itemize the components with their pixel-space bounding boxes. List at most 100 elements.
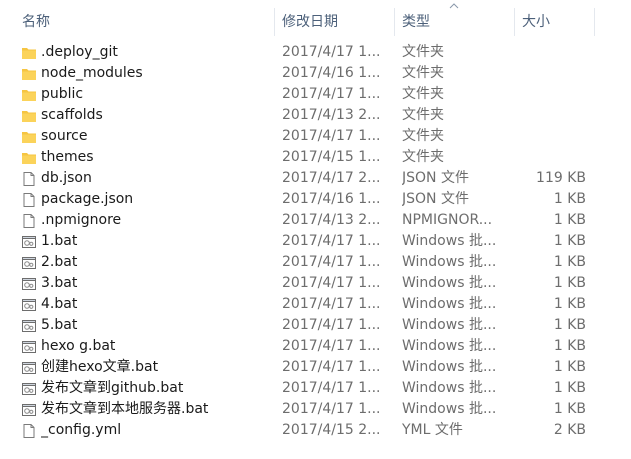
file-modified-date: 2017/4/17 1... (282, 233, 381, 249)
file-icon (21, 192, 37, 208)
file-type: JSON 文件 (402, 191, 469, 207)
batch-file-icon (21, 297, 37, 313)
file-modified-date: 2017/4/17 1... (282, 275, 381, 291)
file-type: Windows 批... (402, 380, 497, 396)
file-row[interactable]: 4.bat 2017/4/17 1... Windows 批... 1 KB (0, 294, 631, 315)
file-explorer: 名称 修改日期 类型 大小 .deploy_git 2017/4/17 1... 文… (0, 0, 631, 459)
file-size: 1 KB (553, 254, 586, 270)
file-modified-date: 2017/4/17 1... (282, 401, 381, 417)
folder-icon (21, 129, 37, 145)
sort-ascending-icon (449, 3, 459, 9)
batch-file-icon (21, 276, 37, 292)
file-type: JSON 文件 (402, 170, 469, 186)
folder-icon (21, 66, 37, 82)
file-size (514, 126, 586, 147)
file-name: 创建hexo文章.bat (41, 359, 159, 375)
file-row[interactable]: source 2017/4/17 1... 文件夹 (0, 126, 631, 147)
file-name: scaffolds (41, 107, 103, 123)
file-modified-date: 2017/4/17 1... (282, 86, 381, 102)
file-size: 1 KB (553, 296, 586, 312)
file-modified-date: 2017/4/17 1... (282, 380, 381, 396)
file-row[interactable]: themes 2017/4/15 1... 文件夹 (0, 147, 631, 168)
file-name: source (41, 128, 88, 144)
folder-icon (21, 108, 37, 124)
file-size: 1 KB (553, 359, 586, 375)
file-modified-date: 2017/4/17 1... (282, 359, 381, 375)
file-size: 1 KB (553, 275, 586, 291)
file-name: package.json (41, 191, 134, 207)
file-size: 2 KB (553, 422, 586, 438)
file-list: .deploy_git 2017/4/17 1... 文件夹 node_modules… (0, 42, 631, 441)
file-name: 发布文章到本地服务器.bat (41, 401, 209, 417)
file-modified-date: 2017/4/17 1... (282, 44, 381, 60)
file-type: Windows 批... (402, 317, 497, 333)
file-size: 1 KB (553, 233, 586, 249)
file-icon (21, 213, 37, 229)
file-size (514, 63, 586, 84)
file-size: 1 KB (553, 317, 586, 333)
file-row[interactable]: db.json 2017/4/17 2... JSON 文件 119 KB (0, 168, 631, 189)
file-modified-date: 2017/4/17 2... (282, 170, 381, 186)
file-row[interactable]: 3.bat 2017/4/17 1... Windows 批... 1 KB (0, 273, 631, 294)
file-size: 1 KB (553, 212, 586, 228)
file-row[interactable]: _config.yml 2017/4/15 2... YML 文件 2 KB (0, 420, 631, 441)
batch-file-icon (21, 402, 37, 418)
file-row[interactable]: public 2017/4/17 1... 文件夹 (0, 84, 631, 105)
file-row[interactable]: .deploy_git 2017/4/17 1... 文件夹 (0, 42, 631, 63)
file-type: 文件夹 (402, 86, 444, 102)
file-row[interactable]: scaffolds 2017/4/13 2... 文件夹 (0, 105, 631, 126)
file-name: .npmignore (41, 212, 122, 228)
folder-icon (21, 87, 37, 103)
file-type: 文件夹 (402, 149, 444, 165)
file-modified-date: 2017/4/16 1... (282, 191, 381, 207)
file-size: 119 KB (536, 170, 586, 186)
file-type: 文件夹 (402, 107, 444, 123)
file-name: 3.bat (41, 275, 78, 291)
file-modified-date: 2017/4/17 1... (282, 338, 381, 354)
file-type: 文件夹 (402, 65, 444, 81)
file-icon (21, 171, 37, 187)
batch-file-icon (21, 339, 37, 355)
file-name: _config.yml (41, 422, 122, 438)
file-row[interactable]: .npmignore 2017/4/13 2... NPMIGNOR... 1 KB (0, 210, 631, 231)
column-header-date[interactable]: 修改日期 (274, 0, 394, 38)
column-header-bar: 名称 修改日期 类型 大小 (0, 0, 631, 38)
file-type: Windows 批... (402, 401, 497, 417)
file-type: Windows 批... (402, 254, 497, 270)
column-header-name[interactable]: 名称 (0, 0, 274, 38)
file-row[interactable]: package.json 2017/4/16 1... JSON 文件 1 KB (0, 189, 631, 210)
folder-icon (21, 150, 37, 166)
file-modified-date: 2017/4/17 1... (282, 317, 381, 333)
column-divider[interactable] (594, 8, 595, 36)
file-type: 文件夹 (402, 44, 444, 60)
file-modified-date: 2017/4/16 1... (282, 65, 381, 81)
file-row[interactable]: 2.bat 2017/4/17 1... Windows 批... 1 KB (0, 252, 631, 273)
file-row[interactable]: 1.bat 2017/4/17 1... Windows 批... 1 KB (0, 231, 631, 252)
batch-file-icon (21, 255, 37, 271)
file-modified-date: 2017/4/17 1... (282, 128, 381, 144)
file-name: .deploy_git (41, 44, 118, 60)
file-type: Windows 批... (402, 233, 497, 249)
file-size (514, 147, 586, 168)
file-row[interactable]: 创建hexo文章.bat 2017/4/17 1... Windows 批... 1 … (0, 357, 631, 378)
column-header-size[interactable]: 大小 (514, 0, 594, 38)
file-size: 1 KB (553, 191, 586, 207)
file-row[interactable]: 发布文章到github.bat 2017/4/17 1... Windows 批..… (0, 378, 631, 399)
file-name: node_modules (41, 65, 143, 81)
file-name: db.json (41, 170, 92, 186)
file-name: hexo g.bat (41, 338, 116, 354)
file-modified-date: 2017/4/15 1... (282, 149, 381, 165)
file-name: 1.bat (41, 233, 78, 249)
folder-icon (21, 45, 37, 61)
file-name: 4.bat (41, 296, 78, 312)
file-row[interactable]: hexo g.bat 2017/4/17 1... Windows 批... 1 KB (0, 336, 631, 357)
file-row[interactable]: 5.bat 2017/4/17 1... Windows 批... 1 KB (0, 315, 631, 336)
file-type: YML 文件 (402, 422, 463, 438)
file-size: 1 KB (553, 380, 586, 396)
file-row[interactable]: 发布文章到本地服务器.bat 2017/4/17 1... Windows 批...… (0, 399, 631, 420)
file-name: themes (41, 149, 94, 165)
file-icon (21, 423, 37, 439)
file-modified-date: 2017/4/17 1... (282, 296, 381, 312)
batch-file-icon (21, 318, 37, 334)
file-row[interactable]: node_modules 2017/4/16 1... 文件夹 (0, 63, 631, 84)
